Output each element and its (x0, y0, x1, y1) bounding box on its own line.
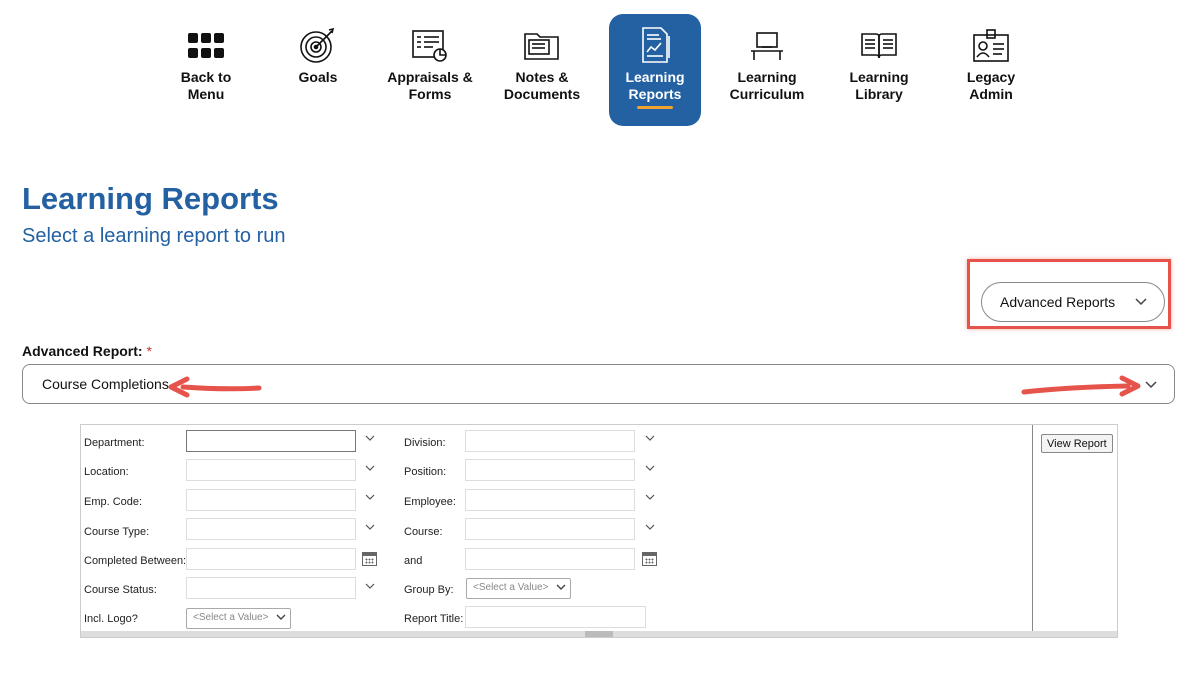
grid-menu-icon (186, 26, 226, 66)
course-label: Course: (404, 526, 443, 538)
report-title-input[interactable] (465, 606, 646, 628)
nav-label: Notes & Documents (503, 69, 581, 102)
chevron-down-icon[interactable] (645, 463, 655, 476)
nav-label: Appraisals & Forms (387, 69, 473, 102)
course-status-label: Course Status: (84, 584, 157, 596)
nav-label: Learning Reports (625, 69, 685, 102)
nav-goals[interactable]: Goals (272, 14, 364, 126)
chevron-down-icon[interactable] (365, 522, 375, 535)
annotation-arrow-right (1021, 375, 1141, 397)
advanced-report-label: Advanced Report: * (22, 343, 152, 359)
desk-computer-icon (747, 26, 787, 66)
resize-grip[interactable] (585, 631, 613, 637)
employee-input[interactable] (465, 489, 635, 511)
view-report-button[interactable]: View Report (1041, 434, 1113, 453)
completed-to-input[interactable] (465, 548, 635, 570)
group-by-label: Group By: (404, 584, 454, 596)
nav-appraisals-forms[interactable]: Appraisals & Forms (384, 14, 476, 126)
annotation-arrow-left (168, 376, 262, 398)
report-icon (635, 26, 675, 66)
folder-icon (522, 26, 562, 66)
location-label: Location: (84, 466, 129, 478)
chevron-down-icon[interactable] (365, 463, 375, 476)
chevron-down-icon[interactable] (645, 522, 655, 535)
group-by-select[interactable]: <Select a Value> (466, 578, 571, 599)
report-title-label: Report Title: (404, 613, 464, 625)
emp-code-label: Emp. Code: (84, 496, 143, 508)
panel-separator (1032, 425, 1033, 633)
form-chart-icon (410, 26, 450, 66)
required-mark: * (146, 343, 152, 359)
division-input[interactable] (465, 430, 635, 452)
nav-learning-reports[interactable]: Learning Reports (609, 14, 701, 126)
report-type-value: Advanced Reports (1000, 294, 1116, 310)
calendar-icon[interactable] (642, 552, 657, 566)
course-type-label: Course Type: (84, 526, 150, 538)
completed-from-input[interactable] (186, 548, 356, 570)
nav-back-to-menu[interactable]: Back to Menu (160, 14, 252, 126)
target-icon (298, 26, 338, 66)
active-underline (637, 106, 673, 109)
nav-learning-curriculum[interactable]: Learning Curriculum (721, 14, 813, 126)
advanced-report-value: Course Completions (42, 376, 169, 392)
chevron-down-icon (1134, 295, 1148, 312)
open-book-icon (859, 26, 899, 66)
chevron-down-icon (1144, 378, 1158, 395)
report-parameters-panel: Department: Division: Location: Position… (80, 424, 1118, 638)
completed-between-label: Completed Between: (84, 555, 187, 567)
chevron-down-icon (276, 612, 286, 625)
course-input[interactable] (465, 518, 635, 540)
location-input[interactable] (186, 459, 356, 481)
emp-code-input[interactable] (186, 489, 356, 511)
nav-notes-documents[interactable]: Notes & Documents (496, 14, 588, 126)
nav-learning-library[interactable]: Learning Library (833, 14, 925, 126)
position-label: Position: (404, 466, 447, 478)
incl-logo-select[interactable]: <Select a Value> (186, 608, 291, 629)
nav-legacy-admin[interactable]: Legacy Admin (945, 14, 1037, 126)
incl-logo-label: Incl. Logo? (84, 613, 138, 625)
page-title: Learning Reports (22, 181, 279, 216)
page-subtitle: Select a learning report to run (22, 225, 286, 247)
nav-label: Back to Menu (180, 69, 232, 102)
nav-label: Goals (298, 69, 338, 85)
position-input[interactable] (465, 459, 635, 481)
course-type-input[interactable] (186, 518, 356, 540)
and-label: and (404, 555, 423, 567)
division-label: Division: (404, 437, 446, 449)
department-label: Department: (84, 437, 145, 449)
id-badge-icon (971, 26, 1011, 66)
chevron-down-icon[interactable] (365, 492, 375, 505)
chevron-down-icon[interactable] (365, 581, 375, 594)
course-status-input[interactable] (186, 577, 356, 599)
nav-label: Learning Curriculum (729, 69, 805, 102)
chevron-down-icon (556, 582, 566, 595)
calendar-icon[interactable] (362, 552, 377, 566)
chevron-down-icon[interactable] (645, 433, 655, 446)
report-type-dropdown[interactable]: Advanced Reports (981, 282, 1165, 322)
nav-label: Legacy Admin (966, 69, 1016, 102)
chevron-down-icon[interactable] (365, 433, 375, 446)
nav-label: Learning Library (849, 69, 909, 102)
department-input[interactable] (186, 430, 356, 452)
chevron-down-icon[interactable] (645, 492, 655, 505)
employee-label: Employee: (404, 496, 456, 508)
